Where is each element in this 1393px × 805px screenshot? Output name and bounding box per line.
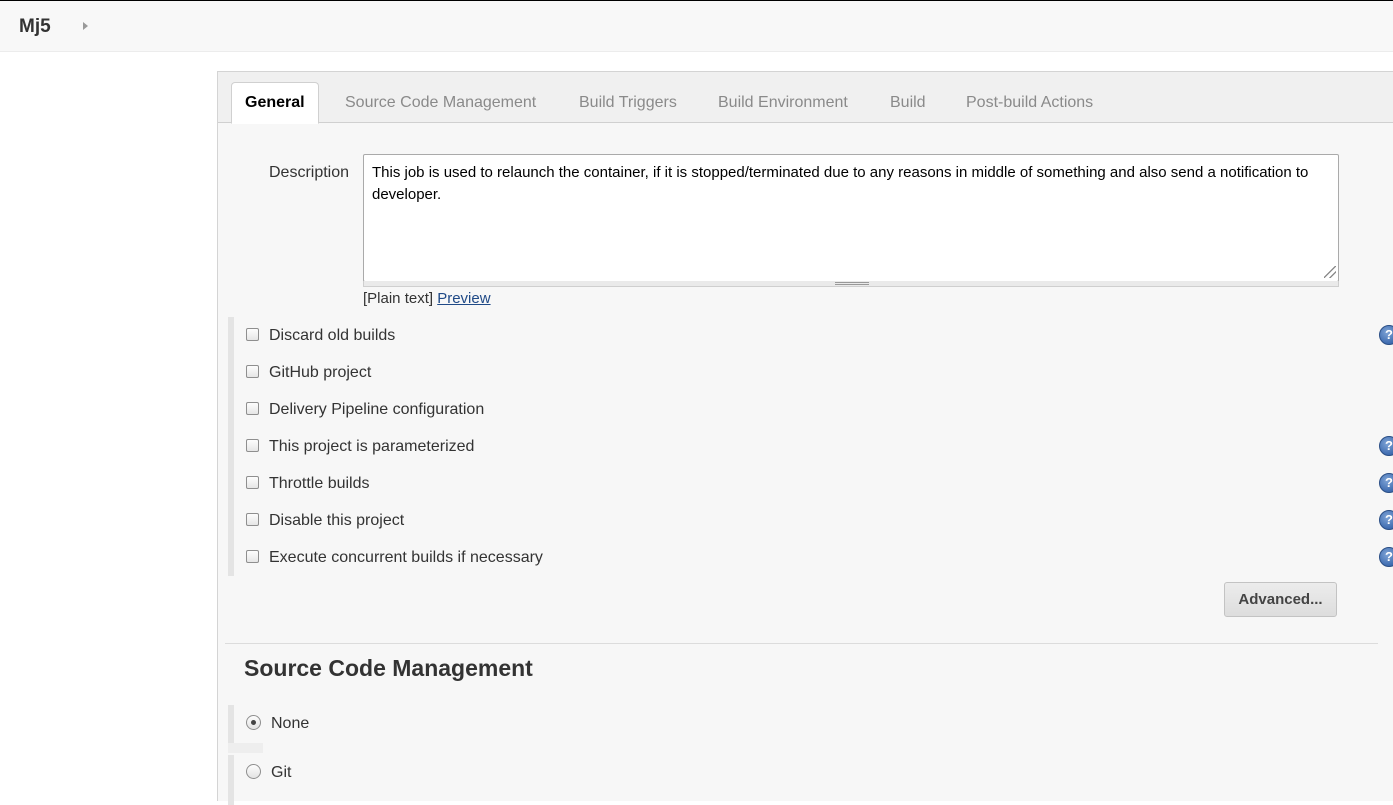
- options-block-bar: [228, 317, 234, 576]
- scm-option-git: Git: [246, 762, 1386, 786]
- config-tab-bar: General Source Code Management Build Tri…: [218, 72, 1393, 124]
- option-disable-project: Disable this project ?: [246, 510, 1393, 534]
- help-icon[interactable]: ?: [1379, 325, 1393, 345]
- help-icon[interactable]: ?: [1379, 510, 1393, 530]
- tab-build[interactable]: Build: [890, 82, 926, 124]
- tab-build-environment[interactable]: Build Environment: [718, 82, 848, 124]
- parameterized-checkbox[interactable]: [246, 439, 259, 452]
- scm-git-block-bar: [228, 755, 234, 805]
- option-label: Git: [271, 764, 292, 781]
- option-label: Disable this project: [269, 512, 405, 529]
- textarea-resize-handle-icon[interactable]: [1324, 266, 1336, 278]
- markup-format-line: [Plain text] Preview: [363, 290, 491, 307]
- tab-source-code-management[interactable]: Source Code Management: [345, 82, 536, 124]
- concurrent-builds-checkbox[interactable]: [246, 550, 259, 563]
- config-panel: General Source Code Management Build Tri…: [217, 71, 1393, 805]
- option-label: GitHub project: [269, 364, 372, 381]
- delivery-pipeline-checkbox[interactable]: [246, 402, 259, 415]
- disable-project-checkbox[interactable]: [246, 513, 259, 526]
- scm-section-title: Source Code Management: [244, 655, 533, 681]
- section-divider: [225, 643, 1378, 644]
- option-parameterized: This project is parameterized ?: [246, 436, 1393, 460]
- scm-none-sub-block: [228, 743, 263, 753]
- top-breadcrumb-bar: Mj5: [0, 0, 1393, 52]
- help-icon[interactable]: ?: [1379, 547, 1393, 567]
- description-textarea[interactable]: This job is used to relaunch the contain…: [363, 154, 1339, 282]
- option-delivery-pipeline: Delivery Pipeline configuration: [246, 399, 1386, 423]
- option-label: Throttle builds: [269, 475, 370, 492]
- option-throttle-builds: Throttle builds ?: [246, 473, 1393, 497]
- throttle-builds-checkbox[interactable]: [246, 476, 259, 489]
- option-label: Delivery Pipeline configuration: [269, 401, 485, 418]
- option-label: Discard old builds: [269, 327, 396, 344]
- preview-link[interactable]: Preview: [437, 290, 490, 307]
- github-project-checkbox[interactable]: [246, 365, 259, 378]
- scm-option-none: None: [246, 713, 1386, 737]
- option-label: This project is parameterized: [269, 438, 475, 455]
- description-label: Description: [269, 164, 350, 181]
- drag-grip-icon: [835, 282, 869, 285]
- textarea-drag-bar[interactable]: [363, 281, 1339, 287]
- markup-format-text: [Plain text]: [363, 290, 434, 307]
- breadcrumb-job-link[interactable]: Mj5: [19, 16, 51, 38]
- option-discard-old-builds: Discard old builds ?: [246, 325, 1393, 349]
- scm-none-radio[interactable]: [246, 715, 261, 730]
- help-icon[interactable]: ?: [1379, 436, 1393, 456]
- tab-general[interactable]: General: [231, 82, 319, 124]
- option-label: Execute concurrent builds if necessary: [269, 549, 543, 566]
- tab-build-triggers[interactable]: Build Triggers: [579, 82, 677, 124]
- advanced-button[interactable]: Advanced...: [1224, 582, 1337, 617]
- scm-git-radio[interactable]: [246, 764, 261, 779]
- discard-old-builds-checkbox[interactable]: [246, 328, 259, 341]
- help-icon[interactable]: ?: [1379, 473, 1393, 493]
- option-concurrent-builds: Execute concurrent builds if necessary ?: [246, 547, 1393, 571]
- breadcrumb-dropdown-arrow-icon[interactable]: [83, 22, 88, 30]
- tab-post-build-actions[interactable]: Post-build Actions: [966, 82, 1093, 124]
- option-label: None: [271, 715, 310, 732]
- option-github-project: GitHub project: [246, 362, 1386, 386]
